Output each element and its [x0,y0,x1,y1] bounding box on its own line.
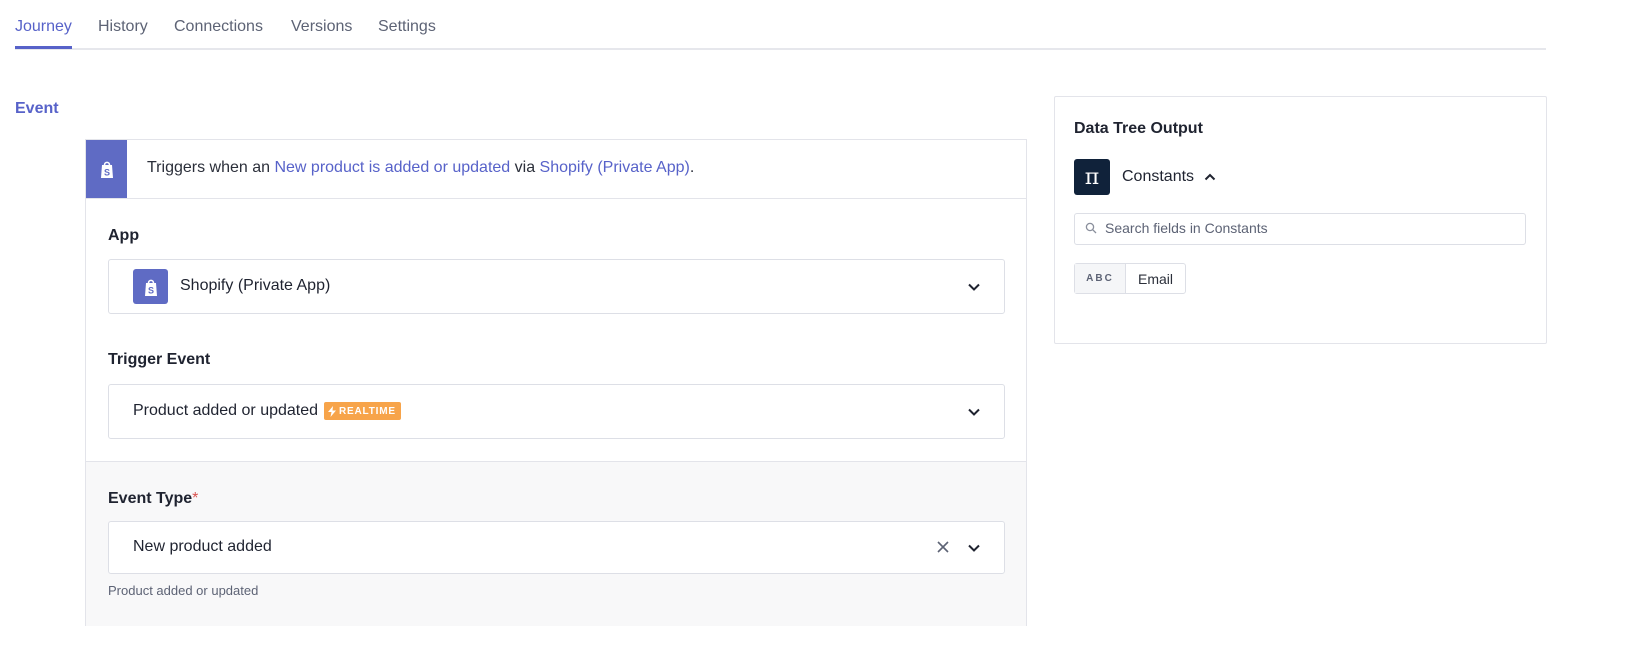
data-tree-title: Data Tree Output [1074,120,1203,137]
field-chip-email[interactable]: ABC Email [1074,263,1187,294]
search-input[interactable] [1105,214,1505,242]
event-card: S Triggers when an New product is added … [85,139,1027,626]
constants-search [1074,213,1526,245]
trigger-event-select[interactable]: Product added or updated REALTIME [108,384,1005,439]
trigger-event-value-wrap: Product added or updated REALTIME [133,402,401,420]
trigger-event-label: Trigger Event [108,351,211,368]
svg-text:S: S [103,168,109,178]
data-tree-panel: Data Tree Output π Constants ABC Email [1054,96,1547,344]
chevron-down-icon[interactable] [966,540,982,556]
event-type-value: New product added [133,538,272,555]
app-select-value: Shopify (Private App) [180,277,331,294]
app-label: App [108,227,140,244]
trigger-event-link[interactable]: New product is added or updated [274,159,510,176]
chevron-down-icon[interactable] [966,404,982,420]
tab-settings[interactable]: Settings [378,18,436,46]
realtime-badge-label: REALTIME [339,405,396,417]
trigger-summary: S Triggers when an New product is added … [86,140,1026,199]
app-select[interactable]: S Shopify (Private App) [108,259,1005,314]
tab-versions[interactable]: Versions [291,18,352,46]
tab-history[interactable]: History [98,18,148,46]
constants-group-toggle[interactable]: π Constants [1074,159,1217,195]
tab-journey[interactable]: Journey [15,18,72,49]
chevron-down-icon[interactable] [966,279,982,295]
event-type-section: Event Type* New product added Product ad… [86,461,1026,626]
shopify-bag-icon: S [133,269,168,304]
required-mark: * [192,490,199,507]
tab-bar: Journey History Connections Versions Set… [15,0,1546,50]
pi-icon: π [1074,159,1110,195]
realtime-badge: REALTIME [324,402,401,420]
search-icon [1085,222,1097,234]
svg-text:S: S [147,285,153,295]
trigger-event-value: Product added or updated [133,402,319,419]
trigger-description: Triggers when an New product is added or… [147,159,694,177]
section-title: Event [15,100,59,117]
shopify-bag-icon: S [86,140,127,198]
event-type-label: Event Type* [108,490,198,508]
tab-connections[interactable]: Connections [174,18,263,46]
trigger-prefix: Triggers when an [147,159,275,176]
trigger-middle: via [510,159,540,176]
event-type-label-text: Event Type [108,490,193,507]
chevron-up-icon[interactable] [1203,170,1217,184]
trigger-suffix: . [689,159,695,176]
lightning-icon [328,405,337,417]
field-name: Email [1138,270,1174,287]
event-type-help: Product added or updated [108,583,259,598]
constants-label: Constants [1122,168,1195,185]
trigger-app-link[interactable]: Shopify (Private App) [540,159,690,176]
close-icon[interactable] [934,538,952,556]
field-type: ABC [1075,264,1126,293]
event-type-select[interactable]: New product added [108,521,1005,574]
